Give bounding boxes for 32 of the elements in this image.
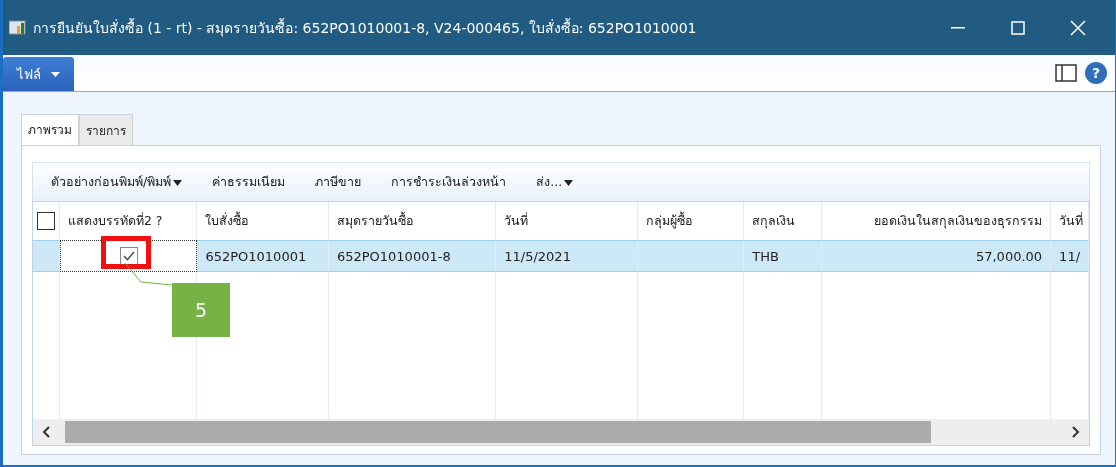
- table-cell: 652PO1010001-8: [336, 248, 451, 264]
- help-button[interactable]: ?: [1085, 62, 1107, 84]
- table-cell: THB: [752, 248, 779, 264]
- layout-icon[interactable]: [1055, 64, 1077, 82]
- toolbar-button[interactable]: ค่าธรรมเนียม: [212, 172, 286, 192]
- tab[interactable]: ภาพรวม: [21, 114, 79, 146]
- maximize-icon[interactable]: [1011, 20, 1025, 35]
- table-cell: 11/: [1059, 248, 1081, 264]
- highlight-frame: [101, 236, 151, 269]
- scrollbar-thumb[interactable]: [65, 421, 931, 443]
- row-checkbox[interactable]: [119, 247, 138, 265]
- scroll-right-icon[interactable]: [1072, 426, 1080, 438]
- callout-label: 5: [172, 283, 230, 337]
- caret-icon: [51, 71, 60, 77]
- check-icon: [122, 251, 135, 261]
- leader-line: [123, 262, 173, 286]
- app-icon: [9, 19, 27, 36]
- tab[interactable]: รายการ: [79, 114, 133, 145]
- table-row[interactable]: 652PO1010001 652PO1010001-8 11/5/2021 THB 57,000.00 11/: [33, 240, 1089, 272]
- scroll-left-icon[interactable]: [42, 426, 50, 438]
- window-title: การยืนยันใบสั่งซื้อ (1 - rt) - สมุดรายวันซื้อ: 652PO1010001-8, V24-000465, ใบสั่งซื้อ: 652PO1010001: [33, 17, 698, 39]
- table-cell: 652PO1010001: [205, 248, 307, 264]
- file-menu-button[interactable]: ไฟล์: [3, 57, 74, 91]
- close-icon[interactable]: [1070, 19, 1086, 36]
- minimize-icon[interactable]: [951, 26, 965, 29]
- select-all-checkbox[interactable]: [37, 212, 55, 230]
- table-cell: 11/5/2021: [504, 248, 571, 264]
- toolbar-button[interactable]: การชำระเงินล่วงหน้า: [391, 172, 507, 192]
- toolbar-button[interactable]: ตัวอย่างก่อนพิมพ์/พิมพ์: [51, 172, 183, 192]
- table-cell: 57,000.00: [975, 248, 1043, 264]
- toolbar-button[interactable]: ส่ง...: [536, 172, 574, 192]
- toolbar-button[interactable]: ภาษีขาย: [315, 172, 362, 192]
